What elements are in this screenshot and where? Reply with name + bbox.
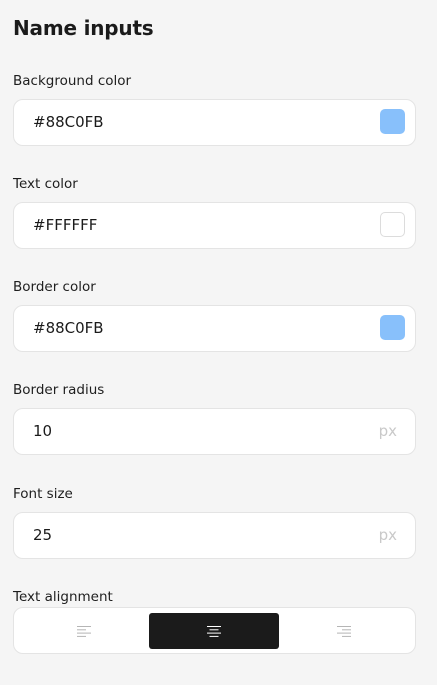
font-size-label: Font size <box>13 486 73 502</box>
border-color-input[interactable]: #88C0FB <box>13 305 416 352</box>
text-color-label: Text color <box>13 176 78 192</box>
background-color-value: #88C0FB <box>33 113 104 131</box>
text-alignment-label: Text alignment <box>13 589 113 605</box>
text-color-field: Text color #FFFFFF <box>13 176 416 249</box>
border-radius-label: Border radius <box>13 382 105 398</box>
align-right-button[interactable] <box>279 613 409 649</box>
border-radius-unit: px <box>378 422 397 440</box>
font-size-input[interactable]: 25 px <box>13 512 416 559</box>
text-color-swatch[interactable] <box>380 212 405 237</box>
text-alignment-segmented-control <box>13 607 416 654</box>
align-left-button[interactable] <box>19 613 149 649</box>
border-color-value: #88C0FB <box>33 319 104 337</box>
align-center-button[interactable] <box>149 613 279 649</box>
font-size-field: Font size 25 px <box>13 486 416 559</box>
background-color-input[interactable]: #88C0FB <box>13 99 416 146</box>
border-radius-field: Border radius 10 px <box>13 382 416 455</box>
border-color-field: Border color #88C0FB <box>13 279 416 352</box>
section-title: Name inputs <box>13 16 154 40</box>
font-size-value: 25 <box>33 526 53 544</box>
border-radius-input[interactable]: 10 px <box>13 408 416 455</box>
text-color-input[interactable]: #FFFFFF <box>13 202 416 249</box>
background-color-field: Background color #88C0FB <box>13 73 416 146</box>
font-size-unit: px <box>378 526 397 544</box>
border-color-label: Border color <box>13 279 96 295</box>
border-radius-value: 10 <box>33 422 53 440</box>
align-left-icon <box>77 625 91 637</box>
text-color-value: #FFFFFF <box>33 216 98 234</box>
background-color-swatch[interactable] <box>380 109 405 134</box>
text-alignment-field: Text alignment <box>13 589 416 654</box>
background-color-label: Background color <box>13 73 132 89</box>
align-center-icon <box>207 625 221 637</box>
border-color-swatch[interactable] <box>380 315 405 340</box>
align-right-icon <box>337 625 351 637</box>
